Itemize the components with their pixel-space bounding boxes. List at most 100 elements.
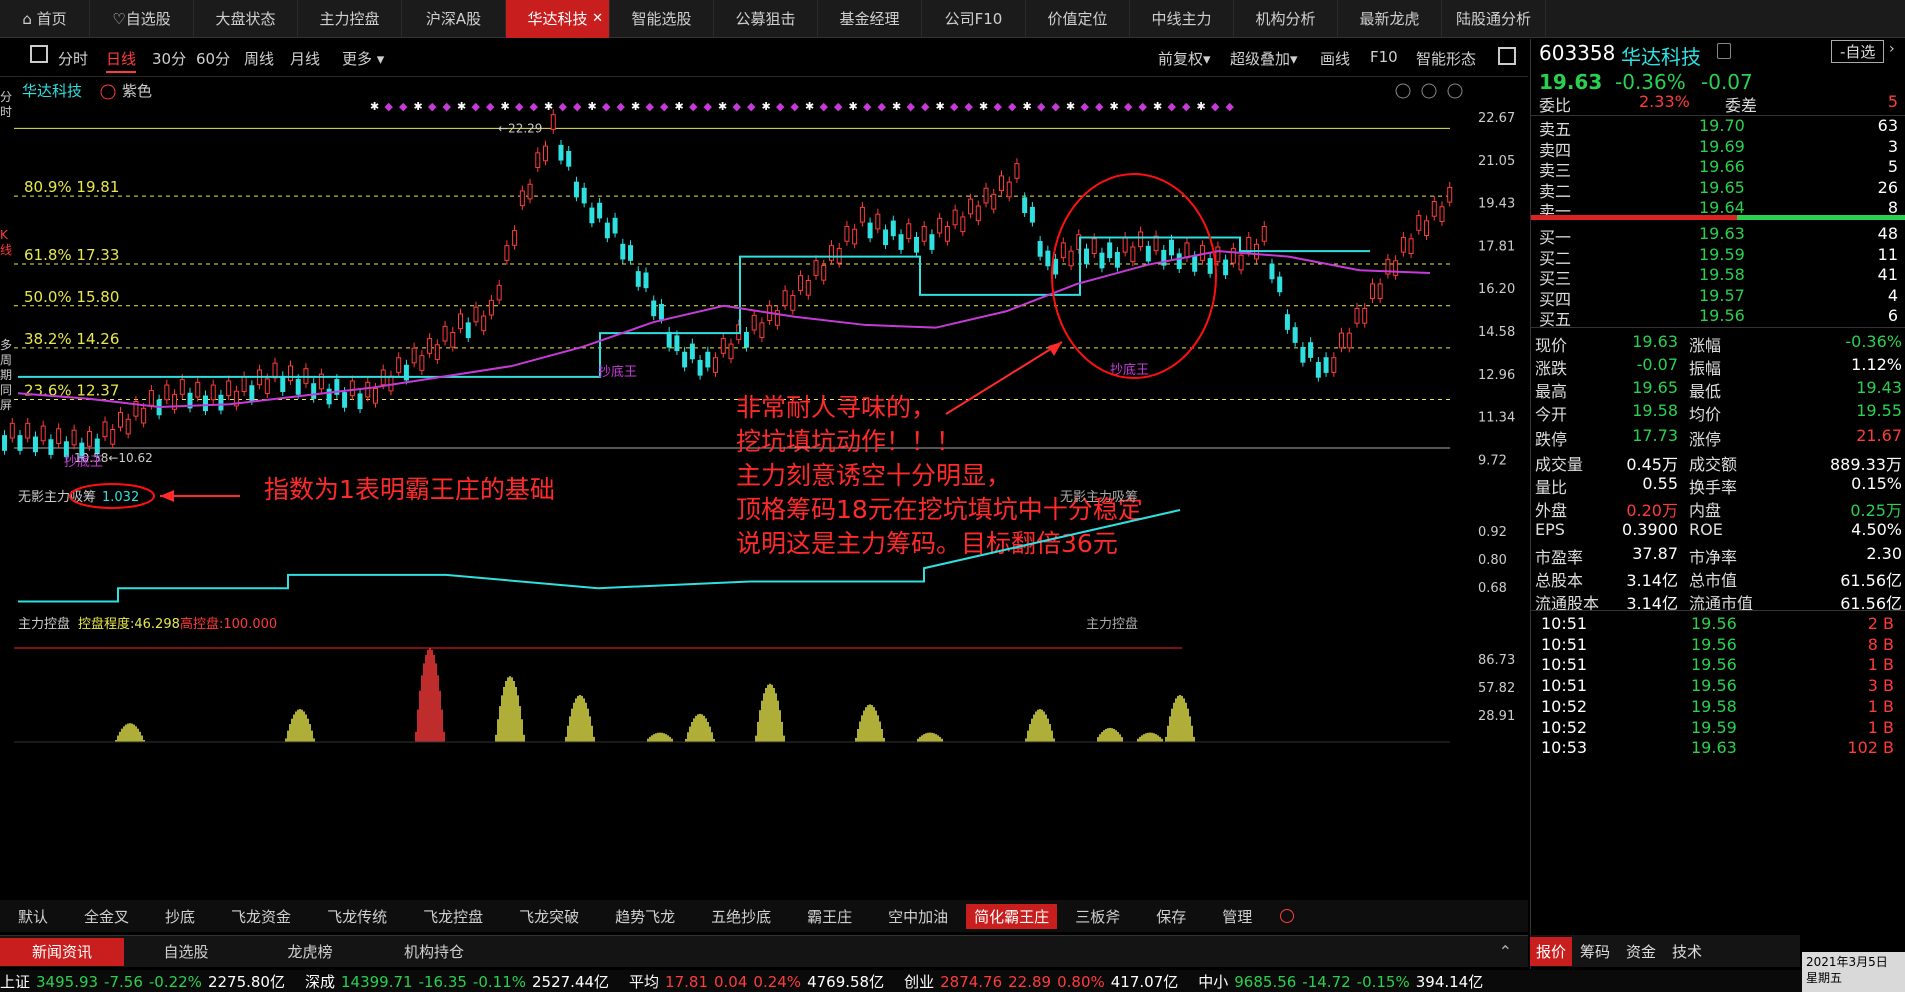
indicator-tab-2[interactable]: 抄底 bbox=[147, 906, 213, 927]
ticker-item[interactable]: 上证 3495.93 -7.56 -0.22% 2275.80亿 bbox=[0, 971, 291, 992]
signal-marker: ✱ bbox=[1023, 100, 1032, 113]
period-weekly[interactable]: 周线 bbox=[244, 48, 274, 69]
draw-line-button[interactable]: 画线 bbox=[1320, 48, 1350, 69]
candle bbox=[906, 223, 912, 239]
candle bbox=[1107, 242, 1113, 259]
gear-icon[interactable] bbox=[1395, 83, 1411, 99]
help-icon[interactable] bbox=[1421, 83, 1437, 99]
ticker-item[interactable]: 平均 17.81 0.04 0.24% 4769.58亿 bbox=[629, 971, 890, 992]
candle bbox=[373, 387, 378, 404]
news-tab-2[interactable]: 龙虎榜 bbox=[248, 941, 372, 962]
period-minute[interactable]: 分时 bbox=[58, 48, 88, 69]
period-monthly[interactable]: 月线 bbox=[290, 48, 320, 69]
pattern-button[interactable]: 智能形态 bbox=[1416, 48, 1476, 69]
close-tab-icon[interactable]: ✕ bbox=[592, 0, 603, 38]
indicator-tab-7[interactable]: 趋势飞龙 bbox=[597, 906, 693, 927]
expand-up-icon[interactable]: ⌃ bbox=[1499, 942, 1512, 961]
right-tab-1[interactable]: 筹码 bbox=[1572, 941, 1618, 962]
candle bbox=[1114, 251, 1120, 268]
top-tab-2[interactable]: 大盘状态 bbox=[194, 0, 298, 38]
ticker-item[interactable]: 深成 14399.71 -16.35 -0.11% 2527.44亿 bbox=[305, 971, 615, 992]
indicator-tab-0[interactable]: 默认 bbox=[0, 906, 66, 927]
top-tab-11[interactable]: 中线主力 bbox=[1130, 0, 1234, 38]
period-more[interactable]: 更多 ▾ bbox=[342, 48, 384, 69]
indicator-tab-4[interactable]: 飞龙传统 bbox=[309, 906, 405, 927]
kline-chart[interactable]: 华达科技 紫色 ✱ ◆ ◆ ✱ ◆ ◆ ✱ ◆ ◆ ✱ ◆ ◆ ✱ ◆ ◆ ✱ ◆ ◆ ✱ ◆ ◆ ✱ ◆ ◆ ✱ ◆ ◆ ✱ ◆ ◆ ✱ ◆ ◆ ✱… bbox=[0, 78, 1528, 900]
candle bbox=[1369, 283, 1375, 300]
indicator-tab-13[interactable]: 保存 bbox=[1138, 906, 1204, 927]
candle bbox=[1068, 250, 1074, 267]
right-tab-2[interactable]: 资金 bbox=[1618, 941, 1664, 962]
candle bbox=[875, 213, 881, 230]
stat-value: 0.3900 bbox=[1622, 520, 1678, 539]
candle bbox=[682, 351, 688, 368]
ticker-chg: 0.04 bbox=[714, 972, 748, 991]
bid-volume: 48 bbox=[1877, 224, 1898, 243]
top-tab-12[interactable]: 机构分析 bbox=[1234, 0, 1338, 38]
indicator-tab-5[interactable]: 飞龙控盘 bbox=[405, 906, 501, 927]
stat-value: 19.55 bbox=[1856, 401, 1902, 420]
top-tab-0[interactable]: ⌂ 首页 bbox=[0, 0, 90, 38]
candle bbox=[1099, 252, 1105, 269]
indicator-tab-11[interactable]: 简化霸王庄 bbox=[966, 903, 1058, 929]
candle bbox=[365, 381, 371, 398]
top-tab-8[interactable]: 基金经理 bbox=[818, 0, 922, 38]
indicator-tab-8[interactable]: 五绝抄底 bbox=[693, 906, 789, 927]
period-30min[interactable]: 30分 bbox=[152, 48, 186, 69]
ask-volume: 3 bbox=[1887, 136, 1898, 156]
candle bbox=[890, 220, 896, 237]
overlay-menu[interactable]: 超级叠加▾ bbox=[1230, 48, 1298, 69]
indicator-tab-9[interactable]: 霸王庄 bbox=[789, 906, 870, 927]
candle bbox=[148, 390, 154, 406]
tick-time: 10:51 bbox=[1541, 634, 1588, 654]
top-tab-9[interactable]: 公司F10 bbox=[922, 0, 1026, 38]
panel-toggle-icon[interactable] bbox=[1498, 47, 1516, 65]
collapse-icon[interactable] bbox=[1280, 909, 1295, 923]
news-tab-1[interactable]: 自选股 bbox=[124, 941, 248, 962]
top-tab-3[interactable]: 主力控盘 bbox=[298, 0, 402, 38]
top-tab-13[interactable]: 最新龙虎 bbox=[1338, 0, 1442, 38]
candle bbox=[1416, 215, 1422, 231]
f10-button[interactable]: F10 bbox=[1370, 48, 1398, 66]
book-ratio-bar bbox=[1531, 215, 1905, 220]
top-tab-7[interactable]: 公募狙击 bbox=[714, 0, 818, 38]
indicator-tab-1[interactable]: 全金叉 bbox=[66, 906, 147, 927]
indicator-tab-10[interactable]: 空中加油 bbox=[870, 906, 966, 927]
top-tab-1[interactable]: ♡自选股 bbox=[90, 0, 194, 38]
lock-icon[interactable] bbox=[1717, 43, 1731, 59]
top-tab-label: 陆股通分析 bbox=[1455, 10, 1531, 28]
top-tab-5[interactable]: 华达科技 ✕ bbox=[506, 0, 610, 38]
adjust-menu[interactable]: 前复权▾ bbox=[1158, 48, 1211, 69]
indicator-tab-12[interactable]: 三板斧 bbox=[1057, 906, 1138, 927]
top-tab-10[interactable]: 价值定位 bbox=[1026, 0, 1130, 38]
watchlist-button[interactable]: -自选 bbox=[1831, 40, 1885, 63]
right-tab-3[interactable]: 技术 bbox=[1664, 941, 1710, 962]
candle bbox=[852, 228, 858, 245]
top-tab-6[interactable]: 智能选股 bbox=[610, 0, 714, 38]
period-60min[interactable]: 60分 bbox=[196, 48, 230, 69]
ticker-val: 2874.76 bbox=[940, 972, 1003, 991]
indicator-tab-6[interactable]: 飞龙突破 bbox=[501, 906, 597, 927]
chevron-right-icon[interactable]: › bbox=[1889, 41, 1895, 57]
candle bbox=[535, 152, 541, 169]
ticker-val: 3495.93 bbox=[36, 972, 99, 991]
top-tab-4[interactable]: 沪深A股 bbox=[402, 0, 506, 38]
indicator-tab-14[interactable]: 管理 bbox=[1204, 906, 1270, 927]
signal-marker: ◆ bbox=[907, 100, 916, 113]
ticker-item[interactable]: 创业 2874.76 22.89 0.80% 417.07亿 bbox=[904, 971, 1184, 992]
top-tab-14[interactable]: 陆股通分析 bbox=[1442, 0, 1546, 38]
period-daily[interactable]: 日线 bbox=[106, 48, 137, 73]
candle bbox=[944, 226, 950, 242]
right-tab-0[interactable]: 报价 bbox=[1530, 936, 1573, 966]
top-tab-label: 公募狙击 bbox=[735, 10, 796, 28]
news-tab-3[interactable]: 机构持仓 bbox=[372, 941, 496, 962]
close-icon[interactable] bbox=[1447, 83, 1463, 99]
layout-toggle-icon[interactable] bbox=[30, 45, 48, 63]
top-tab-label: 首页 bbox=[36, 10, 67, 28]
candle bbox=[1215, 246, 1221, 263]
color-dropdown-icon[interactable] bbox=[100, 84, 116, 100]
ticker-item[interactable]: 中小 9685.56 -14.72 -0.15% 394.14亿 bbox=[1198, 971, 1489, 992]
fib-label: 61.8% 17.33 bbox=[24, 246, 119, 264]
news-tab-0[interactable]: 新闻资讯 bbox=[0, 937, 124, 966]
indicator-tab-3[interactable]: 飞龙资金 bbox=[213, 906, 309, 927]
